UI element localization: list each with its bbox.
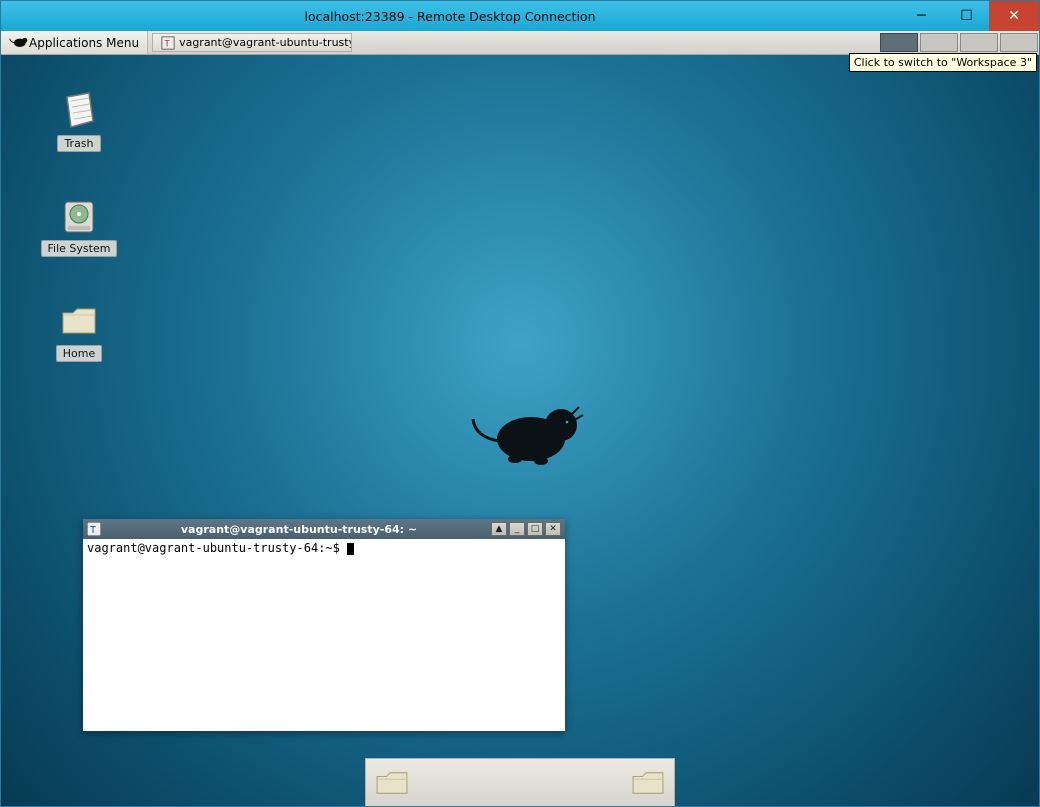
terminal-title: vagrant@vagrant-ubuntu-trusty-64: ~ — [107, 523, 491, 536]
xfce-desktop[interactable]: Applications Menu T vagrant@vagrant-ubun… — [1, 31, 1039, 806]
desktop-icon-label: Trash — [57, 135, 100, 152]
rdp-body: Applications Menu T vagrant@vagrant-ubun… — [1, 31, 1039, 806]
terminal-window[interactable]: T vagrant@vagrant-ubuntu-trusty-64: ~ ▲ … — [83, 519, 565, 731]
minimize-icon: ─ — [917, 8, 925, 24]
desktop-icon-home[interactable]: Home — [39, 301, 119, 362]
xfce-wallpaper-logo — [471, 391, 591, 471]
panel-top: Applications Menu T vagrant@vagrant-ubun… — [1, 31, 1039, 55]
launcher-file-manager-right[interactable] — [630, 765, 666, 801]
workspace-4[interactable] — [1000, 33, 1038, 52]
terminal-minimize-button[interactable]: _ — [509, 522, 525, 536]
workspace-tooltip: Click to switch to "Workspace 3" — [849, 53, 1037, 72]
terminal-titlebar[interactable]: T vagrant@vagrant-ubuntu-trusty-64: ~ ▲ … — [83, 519, 565, 539]
trash-icon — [59, 91, 99, 131]
folder-icon — [375, 769, 409, 797]
panel-bottom — [365, 758, 675, 806]
close-icon: ✕ — [549, 524, 557, 534]
rdp-window: localhost:23389 - Remote Desktop Connect… — [0, 0, 1040, 807]
desktop-icon-filesystem[interactable]: File System — [39, 196, 119, 257]
drive-icon — [59, 196, 99, 236]
rdp-window-controls: ─ ☐ ✕ — [899, 1, 1039, 31]
rdp-titlebar[interactable]: localhost:23389 - Remote Desktop Connect… — [1, 1, 1039, 31]
launcher-file-manager-left[interactable] — [374, 765, 410, 801]
desktop-icon-trash[interactable]: Trash — [39, 91, 119, 152]
close-icon: ✕ — [1008, 8, 1020, 24]
terminal-body[interactable]: vagrant@vagrant-ubuntu-trusty-64:~$ — [83, 539, 565, 731]
rdp-close-button[interactable]: ✕ — [989, 1, 1039, 31]
desktop-icon-label: File System — [41, 240, 118, 257]
terminal-icon: T — [87, 522, 101, 536]
terminal-maximize-button[interactable]: □ — [527, 522, 543, 536]
svg-text:T: T — [165, 39, 171, 49]
panel-spacer — [352, 31, 879, 54]
xfce-mouse-icon — [9, 35, 25, 51]
terminal-icon: T — [161, 36, 175, 50]
applications-menu-label: Applications Menu — [29, 36, 139, 50]
workspace-3[interactable] — [960, 33, 998, 52]
workspace-pager — [879, 31, 1039, 54]
rdp-minimize-button[interactable]: ─ — [899, 1, 944, 31]
applications-menu-button[interactable]: Applications Menu — [1, 31, 148, 54]
stick-icon: ▲ — [496, 524, 503, 534]
terminal-cursor — [347, 543, 354, 555]
terminal-stick-button[interactable]: ▲ — [491, 522, 507, 536]
terminal-window-controls: ▲ _ □ ✕ — [491, 522, 561, 536]
workspace-1[interactable] — [880, 33, 918, 52]
svg-text:T: T — [90, 525, 96, 536]
minimize-icon: _ — [515, 524, 520, 534]
rdp-maximize-button[interactable]: ☐ — [944, 1, 989, 31]
folder-icon — [59, 301, 99, 341]
maximize-icon: ☐ — [960, 8, 973, 24]
rdp-title: localhost:23389 - Remote Desktop Connect… — [1, 9, 899, 24]
workspace-2[interactable] — [920, 33, 958, 52]
terminal-close-button[interactable]: ✕ — [545, 522, 561, 536]
taskbar-item-terminal[interactable]: T vagrant@vagrant-ubuntu-trusty-... — [152, 33, 352, 52]
terminal-prompt: vagrant@vagrant-ubuntu-trusty-64:~$ — [87, 541, 347, 555]
desktop-icon-label: Home — [56, 345, 102, 362]
taskbar-item-label: vagrant@vagrant-ubuntu-trusty-... — [179, 36, 352, 49]
maximize-icon: □ — [531, 524, 540, 534]
folder-icon — [631, 769, 665, 797]
